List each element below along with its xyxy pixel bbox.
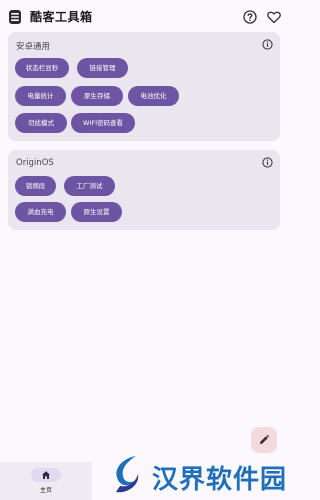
heart-outline-icon[interactable] bbox=[266, 9, 282, 25]
app-logo-icon bbox=[9, 10, 21, 24]
chip-wifi-password[interactable]: WIFI密码查看 bbox=[71, 113, 135, 133]
help-circle-icon[interactable] bbox=[242, 9, 258, 25]
top-app-bar: 酷客工具箱 bbox=[0, 0, 287, 34]
section-title: OriginOS bbox=[16, 158, 54, 168]
watermark-swirl-icon bbox=[116, 456, 139, 493]
chip-full-charge[interactable]: 满血充电 bbox=[15, 202, 66, 222]
app-title: 酷客工具箱 bbox=[30, 10, 93, 24]
chip-battery-optimization[interactable]: 电池优化 bbox=[128, 86, 179, 106]
nav-item-home[interactable] bbox=[31, 468, 61, 482]
section-card-originos: OriginOS 锁频段 工厂测试 满血充电 原生设置 bbox=[8, 150, 280, 230]
chip-status-bar-seconds[interactable]: 状态栏显秒 bbox=[15, 58, 69, 78]
nav-label-home: 主页 bbox=[39, 487, 52, 494]
section-title: 安卓通用 bbox=[16, 42, 51, 52]
chip-link-management[interactable]: 链接管理 bbox=[77, 58, 128, 78]
chip-lock-band[interactable]: 锁频段 bbox=[15, 176, 56, 196]
home-icon bbox=[42, 471, 50, 479]
chip-do-not-disturb[interactable]: 勿扰模式 bbox=[15, 113, 67, 133]
chip-battery-stats[interactable]: 电量统计 bbox=[15, 86, 66, 106]
info-icon[interactable] bbox=[262, 157, 273, 168]
chip-native-storage[interactable]: 原生存储 bbox=[71, 86, 123, 106]
info-icon[interactable] bbox=[262, 39, 273, 50]
watermark-logo: 汉界软件园 bbox=[104, 452, 287, 498]
section-card-android-general: 安卓通用 状态栏显秒 链接管理 电量统计 原生存储 电池优化 勿扰模式 WIFI… bbox=[8, 32, 280, 141]
edit-fab-button[interactable] bbox=[251, 427, 277, 453]
chip-factory-test[interactable]: 工厂测试 bbox=[64, 176, 115, 196]
edit-pencil-icon bbox=[260, 434, 270, 444]
watermark-text: 汉界软件园 bbox=[152, 465, 288, 495]
bottom-navigation: 主页 bbox=[0, 462, 92, 500]
chip-native-settings[interactable]: 原生设置 bbox=[71, 202, 122, 222]
